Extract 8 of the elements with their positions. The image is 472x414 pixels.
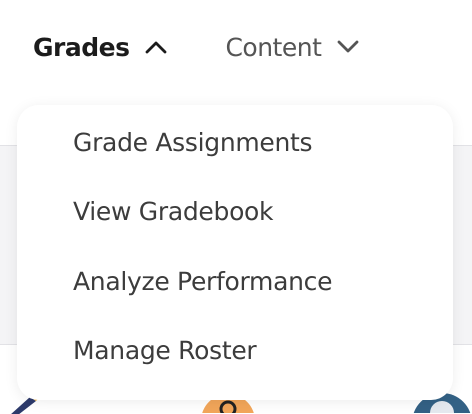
nav-menu-button[interactable]: Grades (33, 30, 168, 64)
chevron-up-icon (145, 40, 168, 54)
chevron-down-icon (337, 40, 360, 54)
nav-menu-button[interactable]: Content (225, 30, 360, 64)
menu-item[interactable]: Grade Assignments (73, 123, 453, 192)
menu-item[interactable]: View Gradebook (73, 192, 453, 262)
menu-item[interactable]: Analyze Performance (73, 262, 453, 331)
menu-item[interactable]: Manage Roster (73, 330, 453, 400)
